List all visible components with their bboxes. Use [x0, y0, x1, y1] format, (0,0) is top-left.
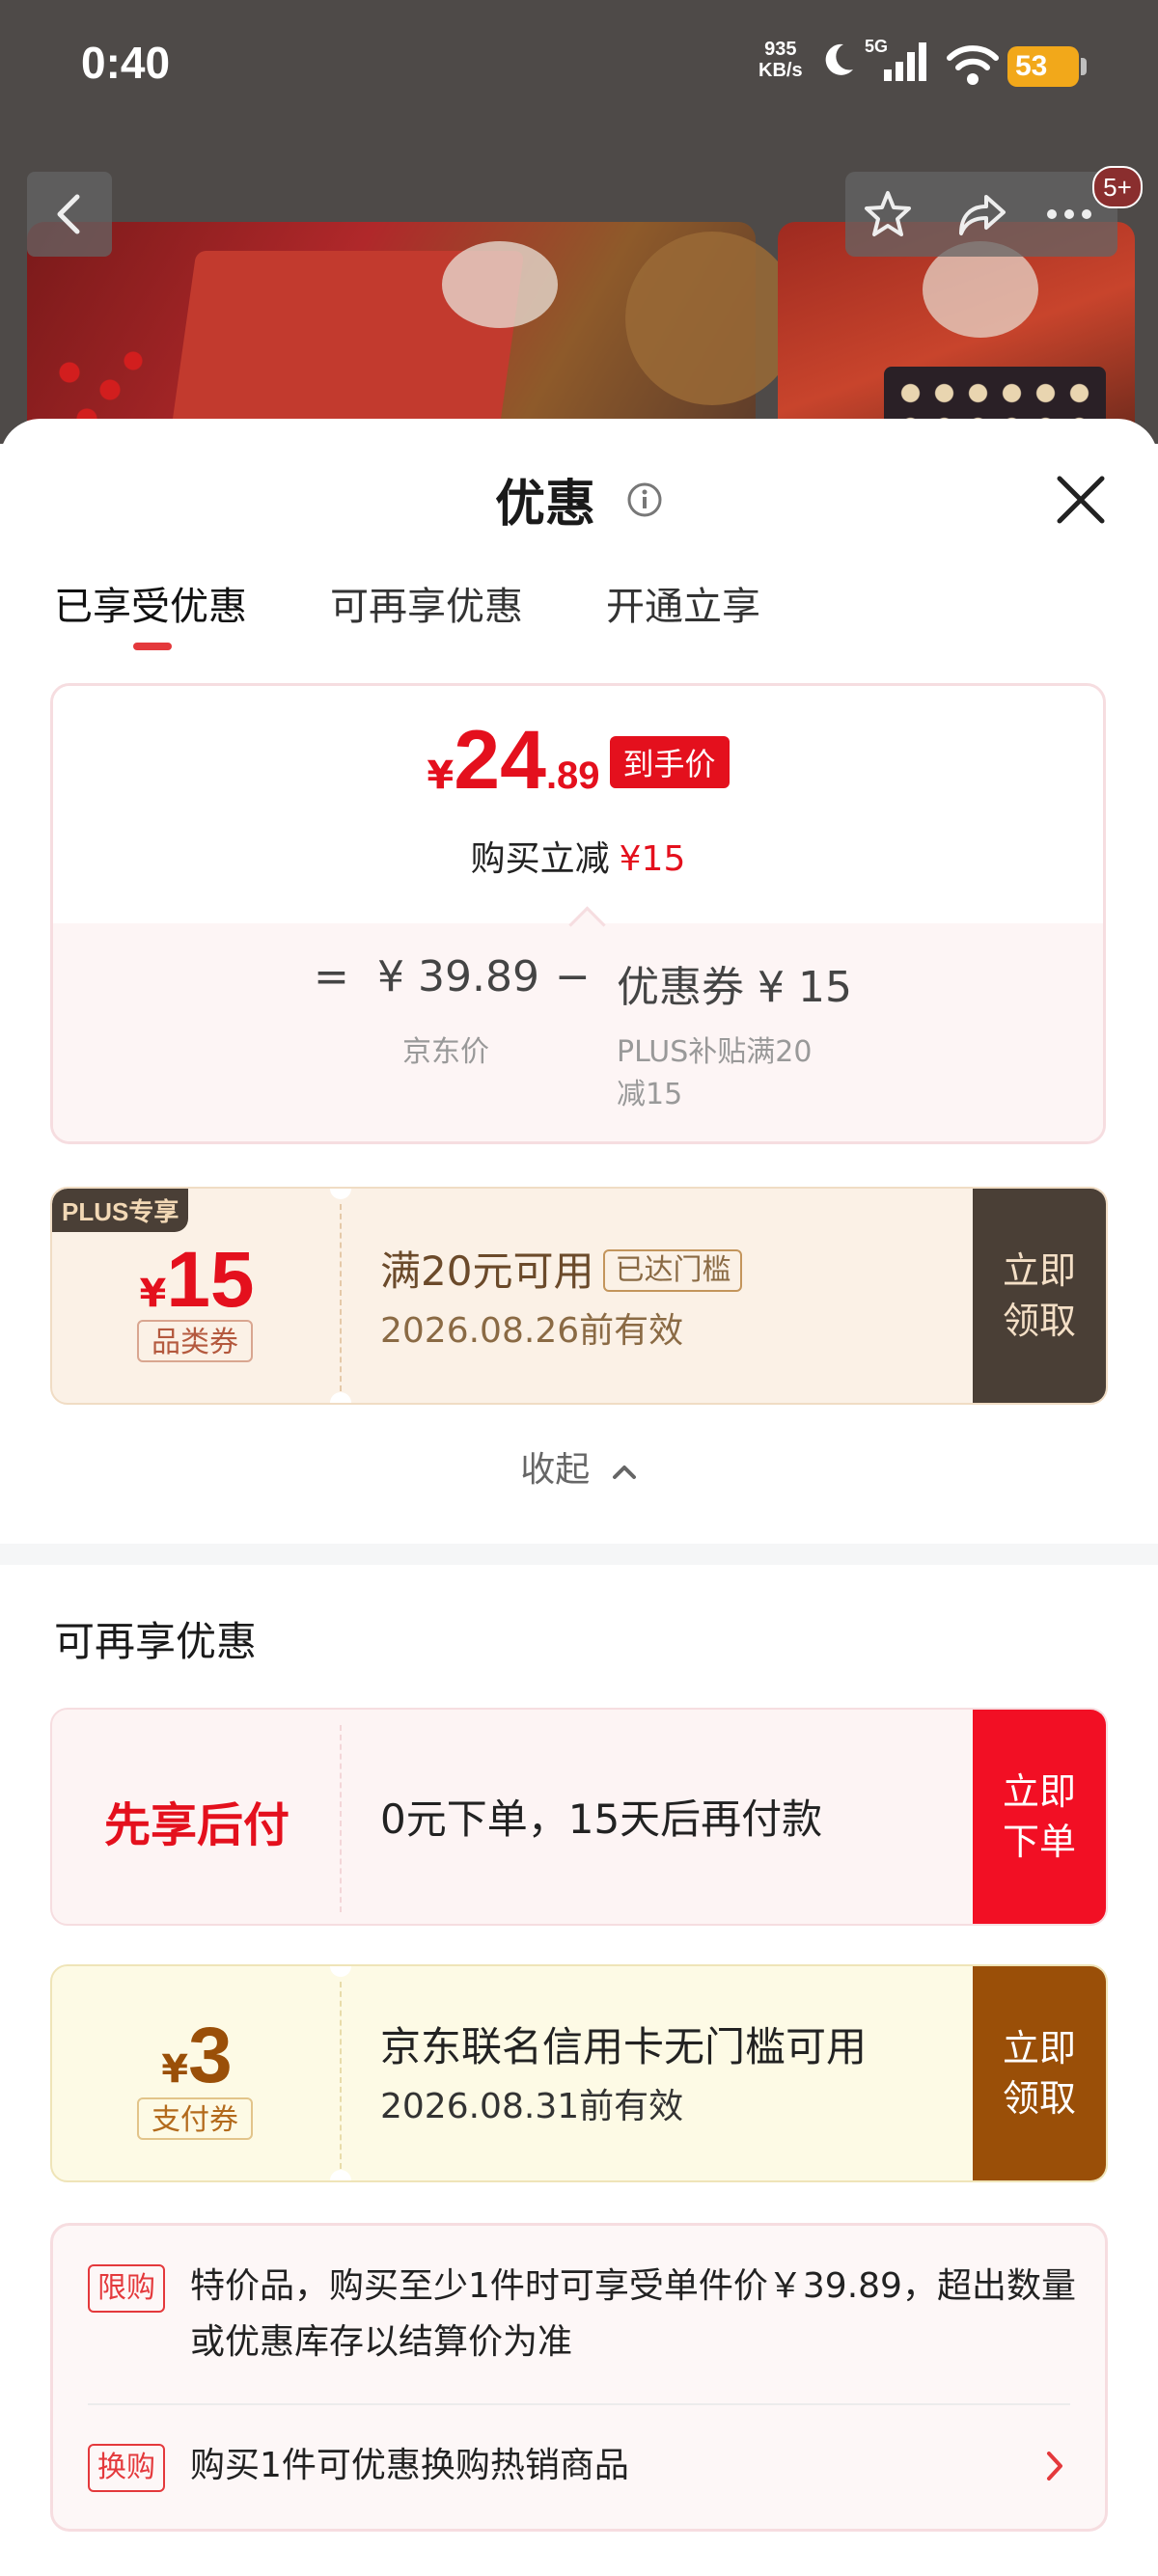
claim-payment-coupon-button[interactable]: 立即 领取	[973, 1966, 1106, 2180]
chevron-up-icon	[612, 1466, 636, 1479]
payment-coupon-validity: 2026.08.31前有效	[380, 2087, 684, 2126]
status-time: 0:40	[81, 38, 171, 88]
price-integer: 24	[454, 714, 546, 807]
trade-in-text: 购买1件可优惠换购热销商品	[190, 2446, 629, 2485]
net-speed: 935 KB/s	[758, 39, 803, 81]
coupon-condition: 满20元可用	[380, 1247, 594, 1295]
signal-icon: 5G	[865, 37, 926, 81]
payment-coupon-amount-area: ¥3 支付券	[52, 1966, 342, 2180]
tab-more-discounts[interactable]: 可再享优惠	[330, 575, 523, 631]
price-currency: ¥	[427, 754, 455, 798]
product-action-bar	[845, 172, 1117, 257]
coupon-deduction-value: 优惠券 ¥ 15	[617, 963, 852, 1012]
payment-coupon-desc: 京东联名信用卡无门槛可用	[380, 2023, 868, 2070]
pay-later-order-button[interactable]: 立即 下单	[973, 1710, 1106, 1924]
plus-category-coupon: PLUS专享 ¥15 品类券 满20元可用 已达门槛 2026.08.26前有效 …	[50, 1187, 1108, 1405]
pay-later-title-area: 先享后付	[52, 1710, 342, 1924]
svg-text:5G: 5G	[865, 37, 888, 56]
battery-level: 53	[1015, 50, 1048, 82]
coupon-amount-value: 15	[166, 1236, 255, 1324]
info-icon[interactable]	[626, 481, 663, 518]
threshold-reached-tag: 已达门槛	[603, 1249, 743, 1292]
coupon-deduction-desc-2: 减15	[617, 1078, 683, 1111]
coupon-validity: 2026.08.26前有效	[380, 1311, 684, 1351]
plus-exclusive-badge: PLUS专享	[52, 1189, 189, 1232]
jd-price-value: ¥ 39.89	[377, 952, 539, 1001]
purchase-notes: 限购 特价品，购买至少1件时可享受单件价￥39.89，超出数量或优惠库存以结算价…	[50, 2223, 1108, 2532]
jd-price-label: 京东价	[402, 1035, 489, 1069]
instant-discount-line: 购买立减 ¥15	[53, 831, 1103, 881]
pay-later-title: 先享后付	[103, 1798, 290, 1852]
back-button[interactable]	[27, 172, 112, 257]
instant-discount-label: 购买立减	[470, 839, 610, 879]
status-bar: 0:40 935 KB/s 5G 53	[0, 0, 1158, 135]
payment-coupon-type-tag: 支付券	[137, 2097, 253, 2140]
price-decimal: .89	[545, 754, 600, 797]
price-summary-card: ¥24.89 到手价 购买立减 ¥15 = ¥ 39.89 京东价 − 优惠券 ¥ …	[50, 683, 1106, 1144]
back-icon	[57, 194, 80, 234]
wifi-icon	[947, 45, 999, 85]
trade-in-tag: 换购	[88, 2444, 165, 2492]
tab-activate[interactable]: 开通立享	[606, 575, 760, 631]
instant-discount-value: ¥15	[619, 839, 686, 879]
coupon-type-tag: 品类券	[137, 1320, 253, 1362]
battery-icon: 53	[1007, 46, 1087, 87]
coupon-amount-area: PLUS专享 ¥15 品类券	[52, 1189, 342, 1403]
coupon-currency: ¥	[139, 1272, 167, 1316]
net-speed-value: 935	[764, 39, 797, 60]
more-icon[interactable]	[1040, 185, 1098, 243]
more-discounts-heading: 可再享优惠	[54, 1618, 258, 1665]
collapse-label: 收起	[520, 1450, 591, 1490]
sheet-header: 优惠	[0, 463, 1158, 535]
close-icon[interactable]	[1052, 471, 1110, 529]
limit-tag: 限购	[88, 2264, 165, 2313]
final-price-tag: 到手价	[609, 736, 730, 788]
limit-text: 特价品，购买至少1件时可享受单件价￥39.89，超出数量或优惠库存以结算价为准	[190, 2266, 1076, 2362]
coupon-amount: ¥15	[52, 1235, 342, 1326]
equals-sign: =	[314, 952, 349, 1001]
cart-badge: 5+	[1092, 166, 1143, 208]
coupon-condition-line: 满20元可用 已达门槛	[380, 1239, 743, 1298]
active-tab-indicator	[133, 643, 172, 650]
payment-coupon-amount: ¥3	[52, 2011, 342, 2101]
tab-enjoyed[interactable]: 已享受优惠	[54, 575, 247, 631]
payment-coupon-amount-value: 3	[188, 2012, 233, 2099]
collapse-button[interactable]: 收起	[0, 1441, 1158, 1492]
claim-plus-coupon-button[interactable]: 立即 领取	[973, 1189, 1106, 1403]
star-icon[interactable]	[859, 185, 917, 243]
coupon-deduction-desc: PLUS补贴满20	[617, 1035, 813, 1069]
net-speed-unit: KB/s	[758, 60, 803, 81]
product-image-main[interactable]	[27, 222, 799, 444]
share-icon[interactable]	[953, 185, 1011, 243]
section-divider	[0, 1544, 1158, 1565]
minus-sign: −	[555, 952, 591, 1001]
payment-coupon-currency: ¥	[161, 2047, 189, 2092]
pay-later-card: 先享后付 0元下单，15天后再付款 立即 下单	[50, 1708, 1108, 1926]
final-price: ¥24.89 到手价	[53, 713, 1103, 808]
pay-later-desc: 0元下单，15天后再付款	[380, 1795, 823, 1843]
price-breakdown: = ¥ 39.89 京东价 − 优惠券 ¥ 15 PLUS补贴满20 减15	[53, 923, 1103, 1141]
discount-sheet: 优惠 已享受优惠 可再享优惠 开通立享 ¥24.89 到手价 购买立减 ¥15 = …	[0, 419, 1158, 2576]
payment-coupon: ¥3 支付券 京东联名信用卡无门槛可用 2026.08.31前有效 立即 领取	[50, 1964, 1108, 2182]
moon-icon	[825, 43, 853, 75]
chevron-right-icon	[1047, 2452, 1062, 2480]
sheet-title: 优惠	[494, 476, 595, 534]
